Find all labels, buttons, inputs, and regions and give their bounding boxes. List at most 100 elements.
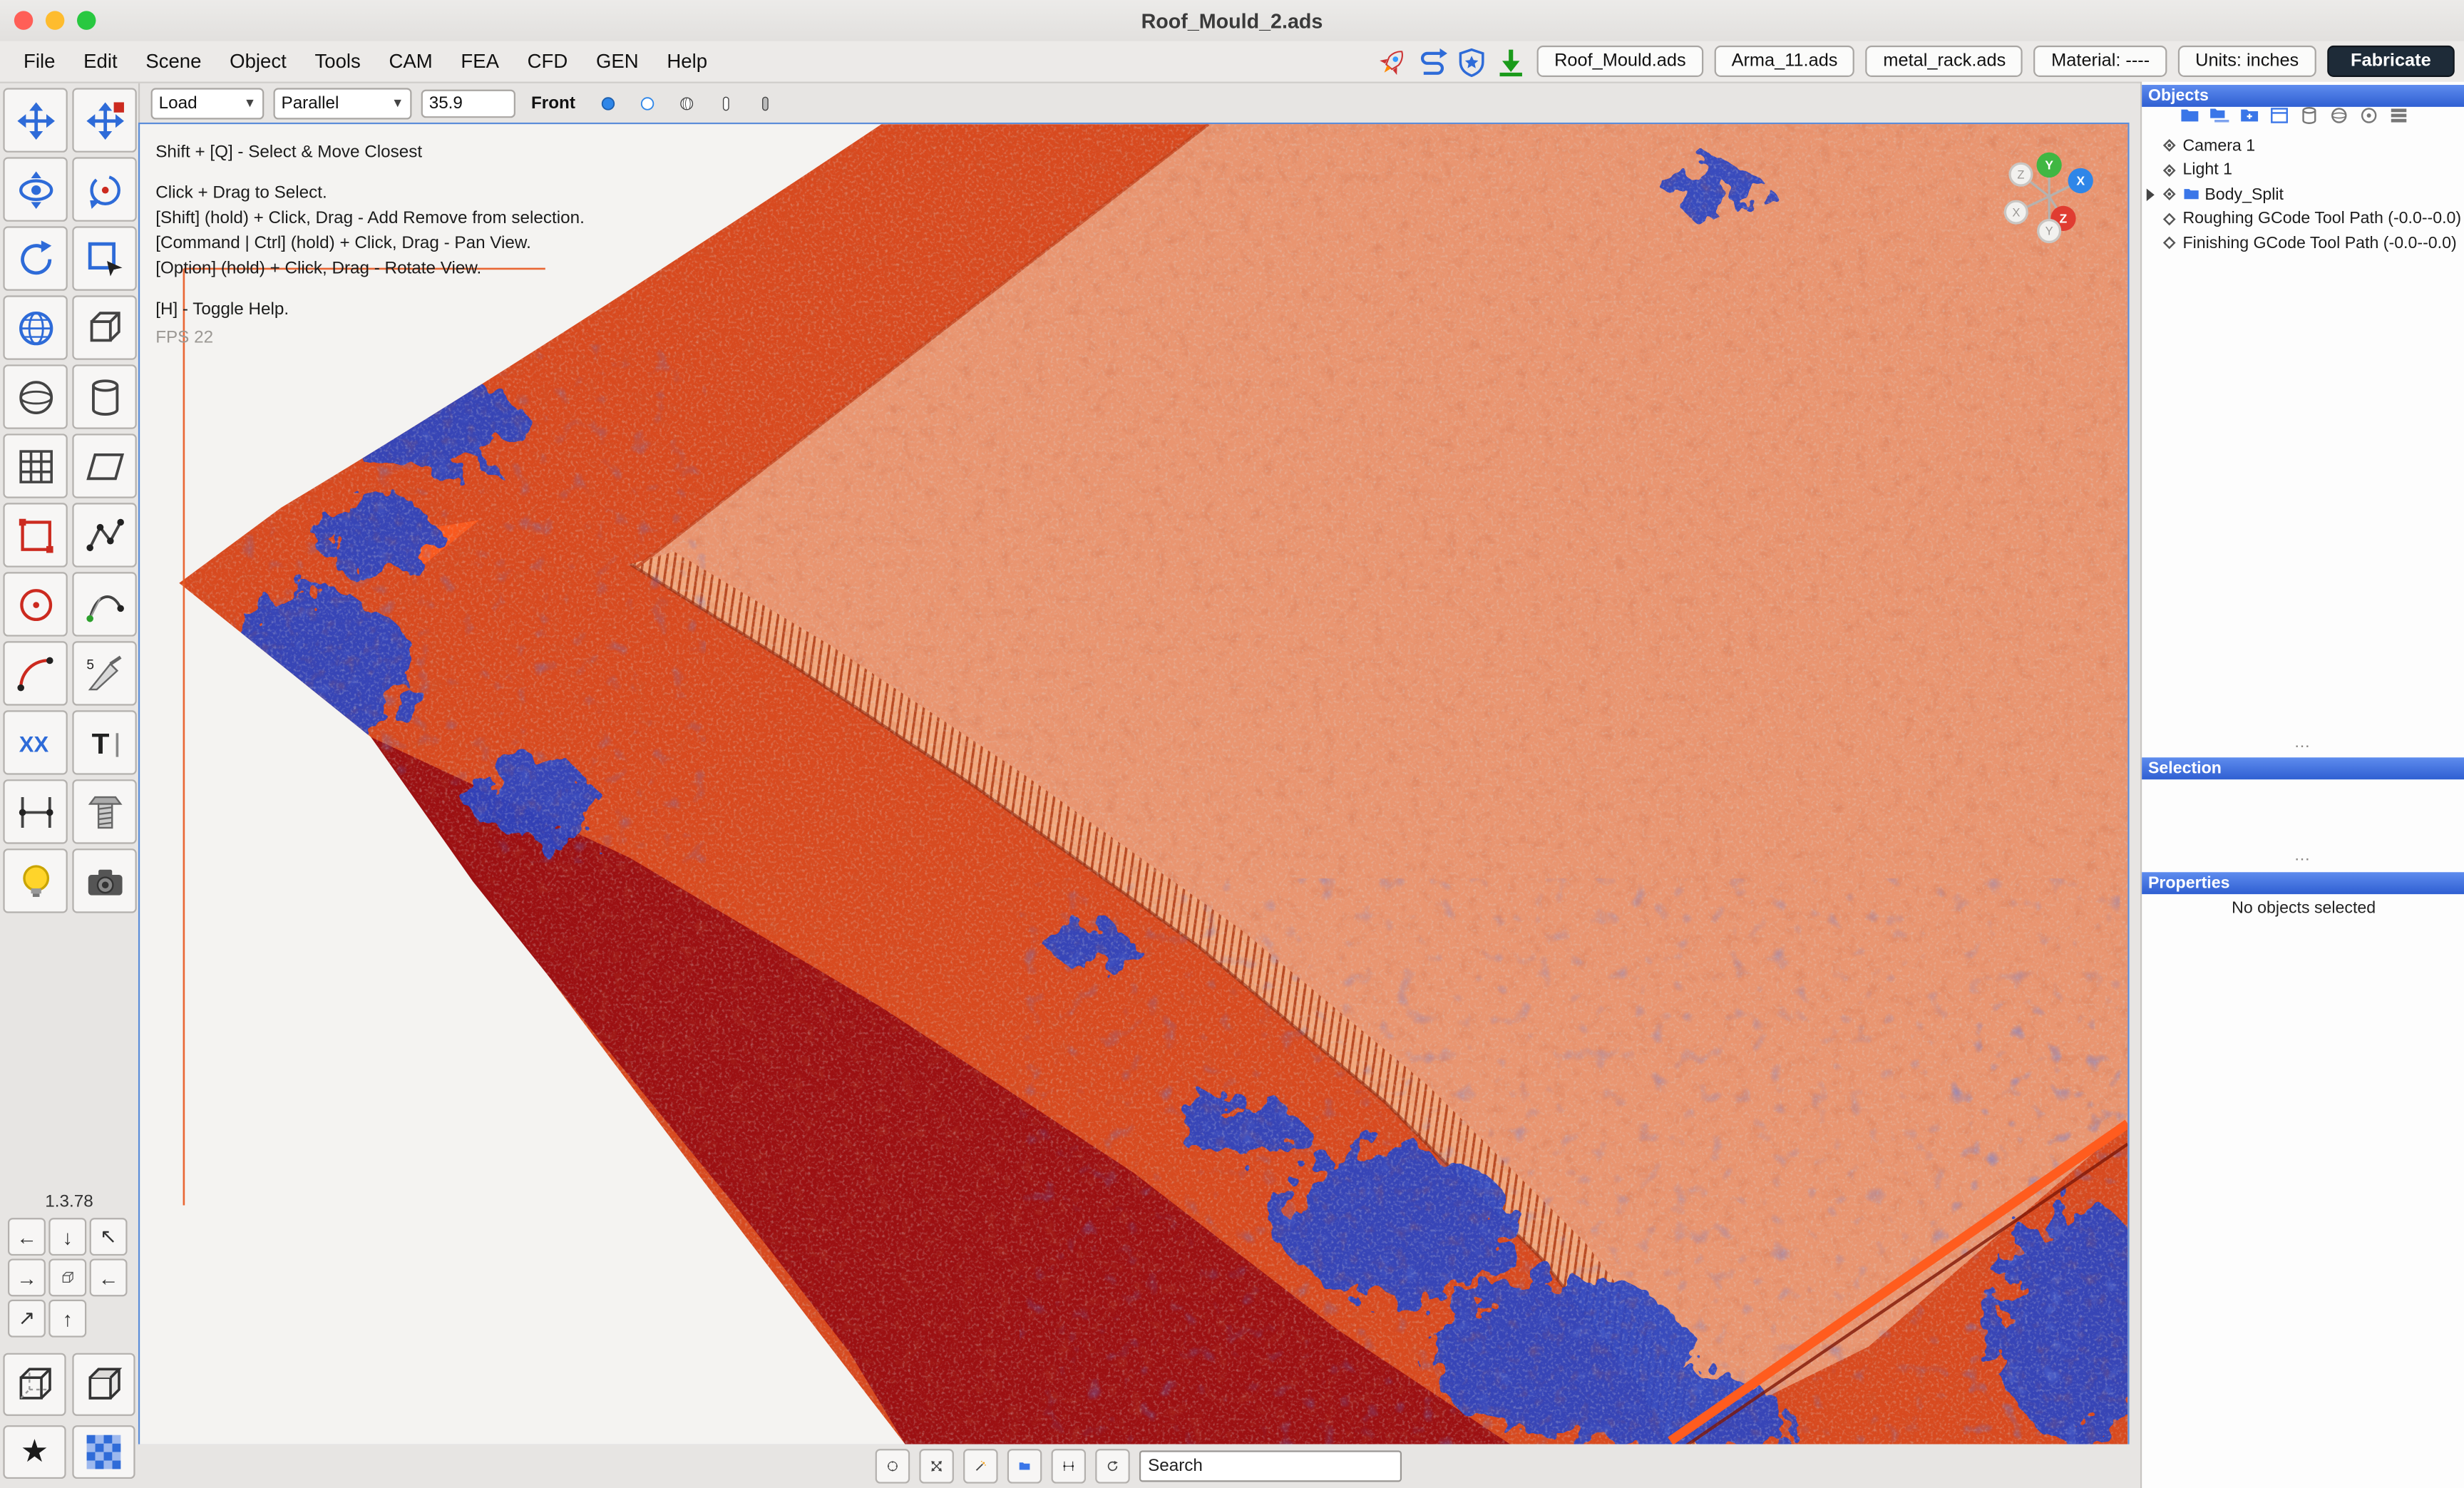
projection-dropdown[interactable]: Parallel▼ bbox=[274, 87, 412, 118]
viewport[interactable]: Shift + [Q] - Select & Move ClosestClick… bbox=[138, 123, 2130, 1446]
box-select-tool-button[interactable] bbox=[72, 226, 136, 290]
tree-item[interactable]: Light 1 bbox=[2142, 158, 2464, 183]
textured-view-button[interactable] bbox=[669, 86, 704, 120]
favorites-button[interactable]: ★ bbox=[3, 1425, 66, 1479]
move-closest-tool-button[interactable] bbox=[72, 88, 136, 152]
load-dropdown[interactable]: Load▼ bbox=[151, 87, 265, 118]
browse-button[interactable] bbox=[1007, 1449, 1041, 1483]
sync-icon[interactable] bbox=[1416, 46, 1447, 77]
nav-arrow-button[interactable]: ← bbox=[8, 1218, 46, 1256]
tree-item[interactable]: Body_Split bbox=[2142, 183, 2464, 207]
rocket-icon[interactable] bbox=[1377, 46, 1408, 77]
menu-fea[interactable]: FEA bbox=[447, 41, 513, 81]
wireframe-cube-button[interactable] bbox=[3, 1353, 66, 1416]
capsule-view-button[interactable] bbox=[709, 86, 743, 120]
frame-all-button[interactable] bbox=[918, 1449, 953, 1483]
add-group-icon[interactable] bbox=[2239, 106, 2260, 134]
measure-tool-button[interactable] bbox=[3, 779, 67, 843]
orbit-tool-button[interactable] bbox=[72, 157, 136, 221]
wireframe-view-button[interactable] bbox=[630, 86, 664, 120]
vertex-display-button[interactable] bbox=[875, 1449, 909, 1483]
globe-tool-button[interactable] bbox=[3, 295, 67, 359]
menu-tools[interactable]: Tools bbox=[301, 41, 375, 81]
light-tool-button[interactable] bbox=[3, 848, 67, 913]
properties-panel-header[interactable]: Properties bbox=[2142, 872, 2464, 894]
panel-splitter[interactable]: ⋯ bbox=[2142, 739, 2464, 756]
refresh-button[interactable] bbox=[1094, 1449, 1129, 1483]
bezier-tool-button[interactable] bbox=[72, 572, 136, 636]
capsule-solid-view-button[interactable] bbox=[748, 86, 782, 120]
tree-item[interactable]: Camera 1 bbox=[2142, 133, 2464, 158]
zoom-button[interactable] bbox=[77, 11, 96, 29]
text-tool-button[interactable]: T bbox=[72, 710, 136, 774]
objects-panel-header[interactable]: Objects bbox=[2142, 85, 2464, 107]
close-button[interactable] bbox=[14, 11, 33, 29]
nav-arrow-button[interactable]: → bbox=[8, 1258, 46, 1296]
nav-cube-icon[interactable] bbox=[48, 1258, 86, 1296]
search-input[interactable] bbox=[1139, 1450, 1401, 1482]
arc-tool-button[interactable] bbox=[3, 641, 67, 705]
nav-arrow-button[interactable]: ← bbox=[90, 1258, 128, 1296]
minimize-button[interactable] bbox=[46, 11, 64, 29]
download-icon[interactable] bbox=[1494, 46, 1526, 77]
solid-cube-button[interactable] bbox=[72, 1353, 135, 1416]
rectangle-sketch-tool-button[interactable] bbox=[3, 503, 67, 567]
duplicate-folder-icon[interactable] bbox=[2209, 106, 2230, 134]
new-folder-icon[interactable] bbox=[2180, 106, 2200, 134]
menu-edit[interactable]: Edit bbox=[69, 41, 131, 81]
panel-view-icon[interactable] bbox=[2269, 106, 2290, 134]
axis-gizmo[interactable]: ZYXXZY bbox=[1989, 133, 2115, 259]
menu-cam[interactable]: CAM bbox=[375, 41, 447, 81]
units-button[interactable]: Units: inches bbox=[2178, 46, 2316, 77]
mesh-object-icon[interactable] bbox=[2299, 106, 2320, 134]
gizmo-axis-neg-y[interactable]: Y bbox=[2038, 220, 2060, 242]
nav-arrow-button[interactable]: ↗ bbox=[8, 1300, 46, 1338]
sphere-primitive-tool-button[interactable] bbox=[3, 364, 67, 429]
knife-tool-button[interactable]: 5 bbox=[72, 641, 136, 705]
expander-icon[interactable] bbox=[2147, 188, 2155, 201]
polyline-tool-button[interactable] bbox=[72, 503, 136, 567]
menu-cfd[interactable]: CFD bbox=[513, 41, 582, 81]
gizmo-axis-neg-z[interactable]: Z bbox=[2010, 163, 2032, 185]
shaded-view-button[interactable] bbox=[591, 86, 625, 120]
rotate-tool-button[interactable] bbox=[3, 226, 67, 290]
gizmo-axis-x[interactable]: X bbox=[2068, 168, 2093, 193]
shield-icon[interactable] bbox=[1455, 46, 1487, 77]
move-tool-button[interactable] bbox=[3, 88, 67, 152]
doc-tab-1[interactable]: Roof_Mould.ads bbox=[1537, 46, 1703, 77]
uv-grid-button[interactable] bbox=[72, 1425, 135, 1479]
plane-tool-button[interactable] bbox=[72, 433, 136, 498]
doc-tab-3[interactable]: metal_rack.ads bbox=[1866, 46, 2023, 77]
look-tool-button[interactable] bbox=[3, 157, 67, 221]
menu-file[interactable]: File bbox=[9, 41, 69, 81]
grid-tool-button[interactable] bbox=[3, 433, 67, 498]
nav-arrow-button[interactable]: ↑ bbox=[48, 1300, 86, 1338]
camera-tool-button[interactable] bbox=[72, 848, 136, 913]
layers-object-icon[interactable] bbox=[2388, 106, 2409, 134]
nav-arrow-button[interactable]: ↓ bbox=[48, 1218, 86, 1256]
menu-object[interactable]: Object bbox=[215, 41, 300, 81]
pick-tool-button[interactable] bbox=[962, 1449, 997, 1483]
box-primitive-tool-button[interactable] bbox=[72, 295, 136, 359]
bolt-tool-button[interactable] bbox=[72, 779, 136, 843]
gizmo-axis-neg-x[interactable]: X bbox=[2005, 201, 2027, 223]
tree-item[interactable]: Roughing GCode Tool Path (-0.0--0.0) bbox=[2142, 207, 2464, 231]
gizmo-axis-y[interactable]: Y bbox=[2036, 153, 2061, 178]
menu-scene[interactable]: Scene bbox=[131, 41, 215, 81]
selection-panel-header[interactable]: Selection bbox=[2142, 757, 2464, 779]
menu-help[interactable]: Help bbox=[653, 41, 722, 81]
circle-sketch-tool-button[interactable] bbox=[3, 572, 67, 636]
fov-input[interactable] bbox=[421, 89, 515, 118]
fabricate-button[interactable]: Fabricate bbox=[2327, 46, 2455, 77]
target-object-icon[interactable] bbox=[2358, 106, 2379, 134]
material-object-icon[interactable] bbox=[2329, 106, 2349, 134]
measure-display-button[interactable] bbox=[1050, 1449, 1084, 1483]
tree-item[interactable]: Finishing GCode Tool Path (-0.0--0.0) bbox=[2142, 231, 2464, 255]
material-button[interactable]: Material: ---- bbox=[2034, 46, 2167, 77]
cylinder-primitive-tool-button[interactable] bbox=[72, 364, 136, 429]
menu-gen[interactable]: GEN bbox=[582, 41, 652, 81]
doc-tab-2[interactable]: Arma_11.ads bbox=[1714, 46, 1854, 77]
remove-doubles-tool-button[interactable]: XX bbox=[3, 710, 67, 774]
panel-splitter[interactable]: ⋯ bbox=[2142, 852, 2464, 869]
nav-arrow-button[interactable]: ↖ bbox=[90, 1218, 128, 1256]
